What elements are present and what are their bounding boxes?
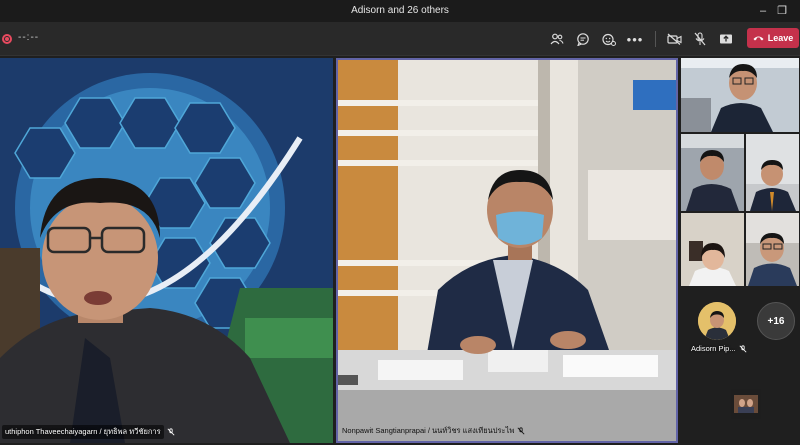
participant-video-top-right[interactable] <box>681 58 799 132</box>
participant-video-frame <box>746 134 799 211</box>
toolbar-divider <box>655 31 656 47</box>
overflow-participants-count[interactable]: +16 <box>757 302 795 340</box>
window-title: Adisorn and 26 others <box>351 5 449 16</box>
recording-icon <box>2 34 12 44</box>
chat-icon[interactable] <box>574 30 592 48</box>
participant-video-lower-right[interactable] <box>746 213 799 286</box>
share-screen-icon[interactable] <box>717 30 735 48</box>
reactions-icon[interactable] <box>600 30 618 48</box>
participant-video-frame <box>681 213 744 286</box>
video-stage: uthiphon Thaveechaiyagarn / ยุทธิพล ทวีช… <box>0 56 800 445</box>
avatar-photo <box>698 302 736 340</box>
participant-video-main-center[interactable]: Nonpawit Sangtianprapai / นนท์วิชร แสงเท… <box>336 58 678 443</box>
leave-button[interactable]: Leave <box>747 28 799 48</box>
mic-off-icon[interactable] <box>691 30 709 48</box>
speaker-video-frame <box>338 60 676 441</box>
participant-video-frame <box>681 58 799 132</box>
mic-muted-icon <box>167 428 175 436</box>
self-view-video[interactable] <box>731 389 761 419</box>
participant-video-frame <box>681 134 744 211</box>
mic-muted-icon <box>739 344 747 352</box>
self-view-frame <box>731 389 761 419</box>
participant-name-tag: Nonpawit Sangtianprapai / นนท์วิชร แสงเท… <box>342 425 525 437</box>
participant-name: Nonpawit Sangtianprapai / นนท์วิชร แสงเท… <box>342 426 515 435</box>
meeting-timer: --:-- <box>18 32 40 43</box>
participant-video-mid-left[interactable] <box>681 134 744 211</box>
people-icon[interactable] <box>548 30 566 48</box>
mic-muted-icon <box>517 427 525 435</box>
speaker-video-frame <box>0 58 333 443</box>
participant-avatar-adisorn[interactable] <box>698 302 736 340</box>
camera-off-icon[interactable] <box>665 30 683 48</box>
participant-name-tag: uthiphon Thaveechaiyagarn / ยุทธิพล ทวีช… <box>2 425 175 439</box>
participant-video-lower-left[interactable] <box>681 213 744 286</box>
minimize-icon[interactable]: – <box>755 3 771 19</box>
participant-name-tag: Adisorn Pip... <box>691 344 747 353</box>
phone-hangup-icon <box>753 36 764 41</box>
title-bar: Adisorn and 26 others – ❐ <box>0 0 800 22</box>
meeting-toolbar: --:-- ••• Leave <box>0 22 800 56</box>
more-options-icon[interactable]: ••• <box>626 30 644 48</box>
leave-label: Leave <box>767 33 794 43</box>
participant-name: uthiphon Thaveechaiyagarn / ยุทธิพล ทวีช… <box>2 425 164 439</box>
maximize-icon[interactable]: ❐ <box>774 3 790 19</box>
participant-video-mid-right[interactable] <box>746 134 799 211</box>
participant-name: Adisorn Pip... <box>691 344 736 353</box>
participant-video-frame <box>746 213 799 286</box>
participant-video-main-left[interactable]: uthiphon Thaveechaiyagarn / ยุทธิพล ทวีช… <box>0 58 333 443</box>
